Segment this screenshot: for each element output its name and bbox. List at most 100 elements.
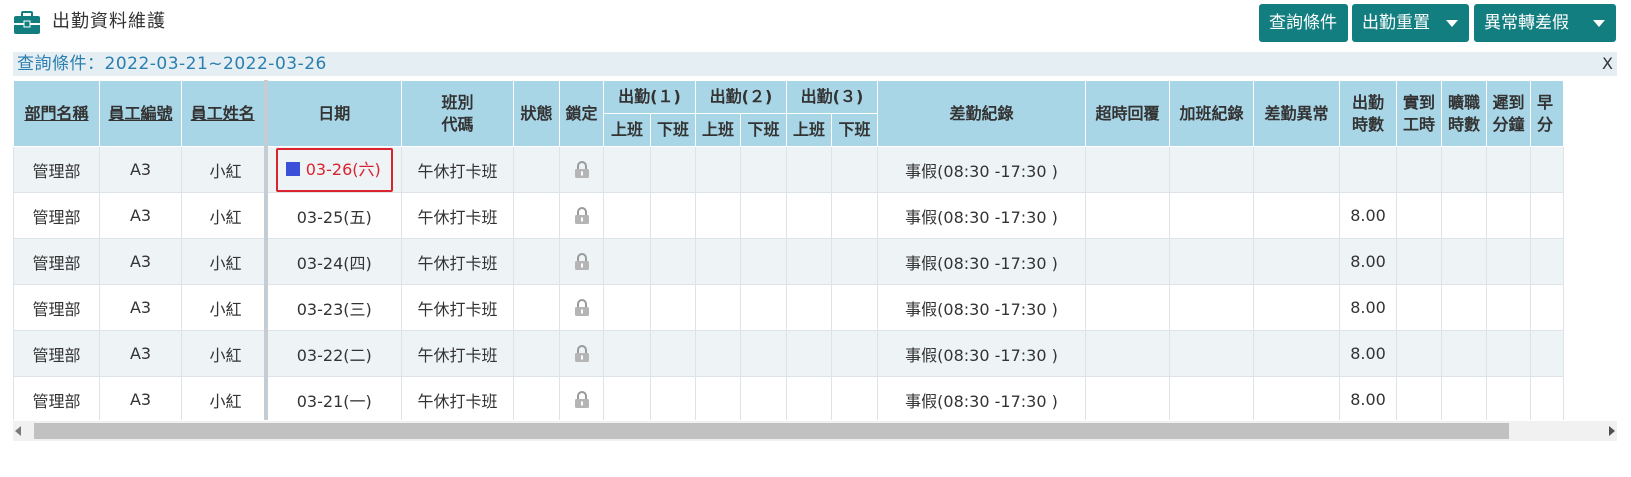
cell-absent-hours bbox=[1441, 376, 1487, 420]
cell-early-minutes bbox=[1530, 330, 1564, 377]
cell-clock-in-3[interactable] bbox=[786, 330, 832, 377]
cell-lock[interactable] bbox=[559, 330, 604, 377]
cell-clock-in-1[interactable] bbox=[603, 146, 651, 193]
lock-icon bbox=[574, 161, 589, 179]
scrollbar-thumb[interactable] bbox=[34, 423, 1509, 439]
cell-clock-out-3[interactable] bbox=[831, 376, 878, 420]
cell-clock-in-2[interactable] bbox=[695, 238, 741, 285]
cell-absent-hours bbox=[1441, 146, 1487, 193]
cell-clock-in-3[interactable] bbox=[786, 146, 832, 193]
col-header-clock-out-1: 下班 bbox=[650, 113, 696, 147]
cell-clock-in-2[interactable] bbox=[695, 376, 741, 420]
cell-clock-in-1[interactable] bbox=[603, 284, 651, 331]
cell-late-minutes bbox=[1486, 330, 1531, 377]
cell-shift: 午休打卡班 bbox=[401, 284, 514, 331]
cell-clock-in-3[interactable] bbox=[786, 284, 832, 331]
cell-late-minutes bbox=[1486, 284, 1531, 331]
cell-clock-out-1[interactable] bbox=[650, 376, 696, 420]
query-condition-button[interactable]: 查詢條件 bbox=[1259, 4, 1348, 42]
scroll-right-icon[interactable] bbox=[1609, 426, 1615, 436]
col-header-attendance-hours: 出勤 時數 bbox=[1339, 80, 1397, 147]
lock-icon bbox=[574, 207, 589, 225]
cell-clock-out-2[interactable] bbox=[740, 376, 787, 420]
cell-clock-out-2[interactable] bbox=[740, 192, 787, 239]
cell-clock-out-2[interactable] bbox=[740, 330, 787, 377]
table-row[interactable]: 管理部 A3 小紅 03-26(六) 午休打卡班 事假(08:30 -17:30 ) bbox=[13, 146, 1564, 193]
table-row[interactable]: 管理部 A3 小紅 03-21(一) 午休打卡班 事假(08:30 -17:30 ) 8.0… bbox=[13, 376, 1564, 420]
cell-clock-out-2[interactable] bbox=[740, 284, 787, 331]
table-row[interactable]: 管理部 A3 小紅 03-25(五) 午休打卡班 事假(08:30 -17:30 ) 8.0… bbox=[13, 192, 1564, 239]
cell-clock-in-2[interactable] bbox=[695, 146, 741, 193]
col-header-emp-no[interactable]: 員工編號 bbox=[99, 80, 182, 147]
cell-leave-abnormal bbox=[1253, 146, 1340, 193]
cell-clock-out-3[interactable] bbox=[831, 284, 878, 331]
cell-late-minutes bbox=[1486, 376, 1531, 420]
cell-clock-in-2[interactable] bbox=[695, 330, 741, 377]
cell-lock[interactable] bbox=[559, 192, 604, 239]
attendance-reset-button[interactable]: 出勤重置 bbox=[1352, 4, 1469, 42]
cell-emp-no: A3 bbox=[99, 146, 182, 193]
cell-absent-hours bbox=[1441, 238, 1487, 285]
col-header-emp-name[interactable]: 員工姓名 bbox=[181, 80, 268, 147]
table-row[interactable]: 管理部 A3 小紅 03-22(二) 午休打卡班 事假(08:30 -17:30 ) 8.0… bbox=[13, 330, 1564, 377]
cell-clock-out-3[interactable] bbox=[831, 238, 878, 285]
query-condition-bar: 查詢條件：2022-03-21~2022-03-26 X bbox=[13, 52, 1617, 76]
cell-emp-name: 小紅 bbox=[181, 192, 268, 239]
cell-lock[interactable] bbox=[559, 284, 604, 331]
cell-clock-out-2[interactable] bbox=[740, 238, 787, 285]
cell-attendance-hours: 8.00 bbox=[1339, 330, 1397, 377]
col-header-overtime-reply: 超時回覆 bbox=[1085, 80, 1170, 147]
cell-date[interactable]: 03-23(三) bbox=[265, 284, 402, 331]
col-header-dept[interactable]: 部門名稱 bbox=[13, 80, 100, 147]
selected-date-box[interactable]: 03-26(六) bbox=[275, 147, 393, 192]
col-header-attendance-1: 出勤(１) bbox=[603, 80, 696, 114]
abnormal-to-leave-button[interactable]: 異常轉差假 bbox=[1474, 4, 1616, 42]
horizontal-scrollbar[interactable] bbox=[13, 421, 1617, 441]
close-condition-button[interactable]: X bbox=[1602, 52, 1613, 76]
cell-overtime-reply bbox=[1085, 330, 1170, 377]
cell-date[interactable]: 03-22(二) bbox=[265, 330, 402, 377]
cell-date[interactable]: 03-26(六) bbox=[265, 146, 402, 193]
cell-lock[interactable] bbox=[559, 146, 604, 193]
cell-clock-in-1[interactable] bbox=[603, 376, 651, 420]
cell-clock-out-1[interactable] bbox=[650, 146, 696, 193]
cell-clock-out-3[interactable] bbox=[831, 192, 878, 239]
cell-attendance-hours bbox=[1339, 146, 1397, 193]
table-row[interactable]: 管理部 A3 小紅 03-24(四) 午休打卡班 事假(08:30 -17:30 ) 8.0… bbox=[13, 238, 1564, 285]
cell-clock-out-1[interactable] bbox=[650, 238, 696, 285]
cell-clock-out-3[interactable] bbox=[831, 330, 878, 377]
cell-clock-in-2[interactable] bbox=[695, 284, 741, 331]
table-row[interactable]: 管理部 A3 小紅 03-23(三) 午休打卡班 事假(08:30 -17:30 ) 8.0… bbox=[13, 284, 1564, 331]
cell-date[interactable]: 03-21(一) bbox=[265, 376, 402, 420]
cell-absent-hours bbox=[1441, 192, 1487, 239]
col-header-shift: 班別 代碼 bbox=[401, 80, 514, 147]
cell-emp-name: 小紅 bbox=[181, 284, 268, 331]
cell-clock-in-1[interactable] bbox=[603, 238, 651, 285]
cell-clock-in-3[interactable] bbox=[786, 238, 832, 285]
cell-emp-no: A3 bbox=[99, 192, 182, 239]
cell-date[interactable]: 03-25(五) bbox=[265, 192, 402, 239]
cell-clock-out-2[interactable] bbox=[740, 146, 787, 193]
col-header-overtime-record: 加班紀錄 bbox=[1169, 80, 1254, 147]
cell-dept: 管理部 bbox=[13, 330, 100, 377]
cell-clock-out-1[interactable] bbox=[650, 284, 696, 331]
cell-clock-in-3[interactable] bbox=[786, 376, 832, 420]
cell-clock-in-2[interactable] bbox=[695, 192, 741, 239]
cell-clock-in-1[interactable] bbox=[603, 330, 651, 377]
cell-leave-abnormal bbox=[1253, 238, 1340, 285]
cell-lock[interactable] bbox=[559, 238, 604, 285]
cell-overtime-record bbox=[1169, 330, 1254, 377]
caret-down-icon bbox=[1593, 20, 1605, 27]
cell-emp-no: A3 bbox=[99, 376, 182, 420]
cell-actual-hours bbox=[1396, 238, 1442, 285]
cell-lock[interactable] bbox=[559, 376, 604, 420]
cell-clock-out-1[interactable] bbox=[650, 192, 696, 239]
scroll-left-icon[interactable] bbox=[15, 426, 21, 436]
cell-clock-in-1[interactable] bbox=[603, 192, 651, 239]
cell-emp-name: 小紅 bbox=[181, 146, 268, 193]
cell-clock-in-3[interactable] bbox=[786, 192, 832, 239]
cell-shift: 午休打卡班 bbox=[401, 238, 514, 285]
cell-date[interactable]: 03-24(四) bbox=[265, 238, 402, 285]
cell-clock-out-1[interactable] bbox=[650, 330, 696, 377]
cell-clock-out-3[interactable] bbox=[831, 146, 878, 193]
